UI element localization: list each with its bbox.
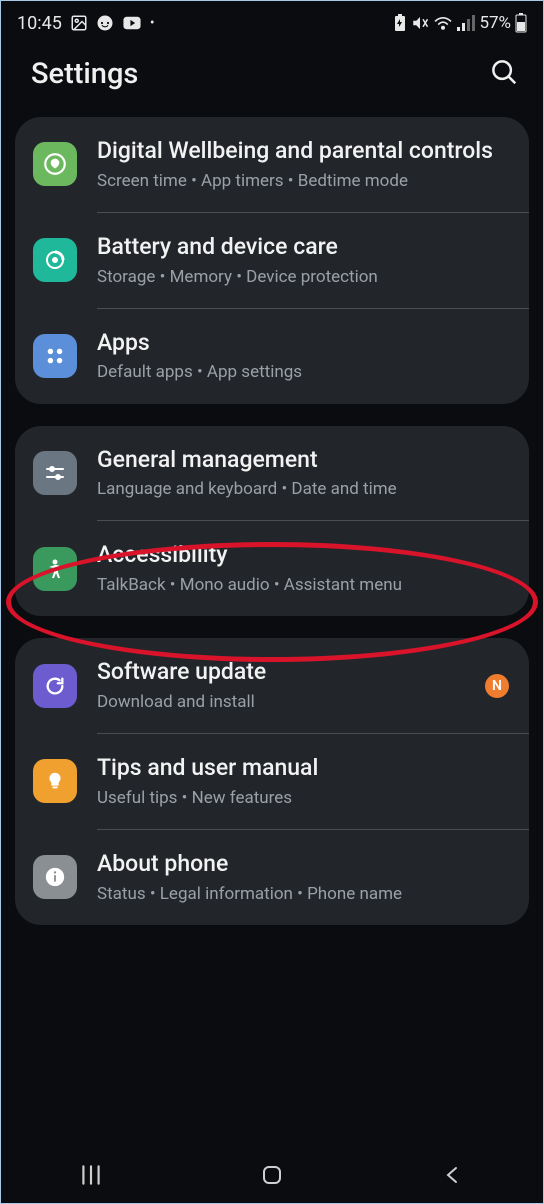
item-title: Digital Wellbeing and parental controls (97, 137, 509, 166)
accessibility-icon (33, 547, 77, 591)
battery-percent: 57% (479, 13, 511, 33)
settings-item-tips[interactable]: Tips and user manual Useful tips • New f… (15, 734, 529, 829)
signal-icon (457, 15, 475, 31)
search-icon[interactable] (489, 57, 519, 91)
settings-header: Settings (1, 39, 543, 117)
info-icon (33, 855, 77, 899)
more-dot: • (150, 15, 155, 31)
settings-item-about-phone[interactable]: About phone Status • Legal information •… (15, 830, 529, 925)
settings-item-general-management[interactable]: General management Language and keyboard… (15, 426, 529, 521)
settings-group-3: Software update Download and install N T… (15, 638, 529, 925)
wellbeing-icon (33, 142, 77, 186)
lightbulb-icon (33, 759, 77, 803)
item-subtitle: Useful tips • New features (97, 787, 509, 809)
item-title: General management (97, 446, 509, 475)
status-bar: 10:45 • 57% (1, 1, 543, 39)
settings-group-1: Digital Wellbeing and parental controls … (15, 117, 529, 404)
mute-icon (411, 14, 429, 32)
item-subtitle: Default apps • App settings (97, 361, 509, 383)
reddit-icon (96, 14, 114, 32)
page-title: Settings (31, 57, 138, 91)
item-subtitle: TalkBack • Mono audio • Assistant menu (97, 574, 509, 596)
apps-icon (33, 334, 77, 378)
notification-badge: N (485, 674, 509, 698)
navigation-bar (1, 1147, 543, 1203)
item-subtitle: Language and keyboard • Date and time (97, 478, 509, 500)
back-button[interactable] (413, 1163, 493, 1187)
item-title: Apps (97, 329, 509, 358)
item-title: Battery and device care (97, 233, 509, 262)
settings-item-apps[interactable]: Apps Default apps • App settings (15, 309, 529, 404)
settings-item-software-update[interactable]: Software update Download and install N (15, 638, 529, 733)
device-care-icon (33, 238, 77, 282)
settings-item-digital-wellbeing[interactable]: Digital Wellbeing and parental controls … (15, 117, 529, 212)
sliders-icon (33, 451, 77, 495)
update-icon (33, 664, 77, 708)
item-subtitle: Download and install (97, 691, 477, 713)
status-time: 10:45 (17, 13, 62, 34)
item-title: Accessibility (97, 541, 509, 570)
gallery-icon (70, 14, 88, 32)
recents-button[interactable] (51, 1162, 131, 1188)
item-title: Tips and user manual (97, 754, 509, 783)
battery-saver-icon (393, 14, 407, 32)
item-subtitle: Storage • Memory • Device protection (97, 266, 509, 288)
home-button[interactable] (232, 1163, 312, 1187)
settings-group-2: General management Language and keyboard… (15, 426, 529, 617)
wifi-icon (433, 15, 453, 31)
item-subtitle: Status • Legal information • Phone name (97, 883, 509, 905)
settings-item-accessibility[interactable]: Accessibility TalkBack • Mono audio • As… (15, 521, 529, 616)
battery-icon (515, 13, 527, 33)
item-subtitle: Screen time • App timers • Bedtime mode (97, 170, 509, 192)
item-title: Software update (97, 658, 477, 687)
settings-item-battery-care[interactable]: Battery and device care Storage • Memory… (15, 213, 529, 308)
youtube-icon (122, 16, 142, 30)
item-title: About phone (97, 850, 509, 879)
